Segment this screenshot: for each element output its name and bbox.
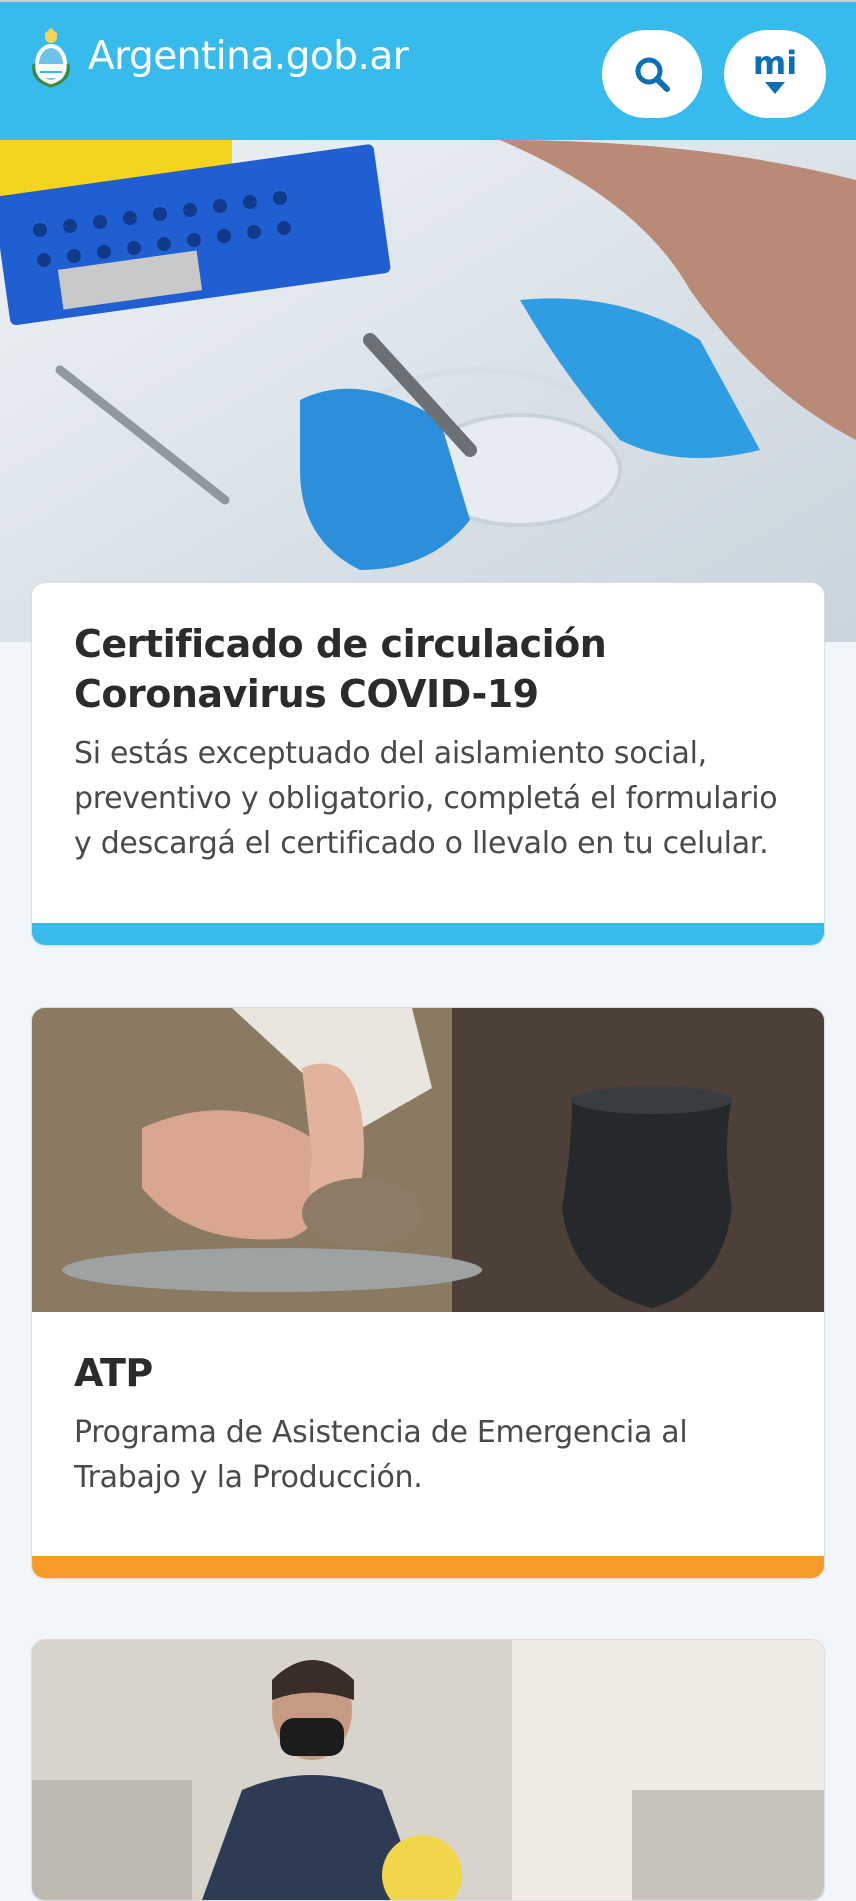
worker-card[interactable] [31,1639,825,1901]
search-icon [633,55,671,93]
card-description: Programa de Asistencia de Emergencia al … [74,1415,688,1495]
card-title: Certificado de circulación Coronavirus C… [74,622,607,716]
card-accent-stripe [32,923,824,945]
search-button[interactable] [602,30,702,118]
pottery-image [32,1008,824,1312]
card-accent-stripe [32,1556,824,1578]
card-title: ATP [74,1351,153,1395]
site-header: Argentina.gob.ar mi [0,2,856,140]
worker-image [32,1640,824,1900]
mi-label: mi [752,44,798,82]
atp-card[interactable]: ATP Programa de Asistencia de Emergencia… [31,1007,825,1579]
caret-down-icon [765,82,785,94]
site-brand-link[interactable]: Argentina.gob.ar [88,34,409,79]
hero-image [0,140,856,642]
coat-of-arms-icon[interactable] [28,28,74,90]
mi-argentina-button[interactable]: mi [724,30,826,118]
covid-certificate-card[interactable]: Certificado de circulación Coronavirus C… [31,582,825,946]
card-description: Si estás exceptuado del aislamiento soci… [74,736,778,861]
